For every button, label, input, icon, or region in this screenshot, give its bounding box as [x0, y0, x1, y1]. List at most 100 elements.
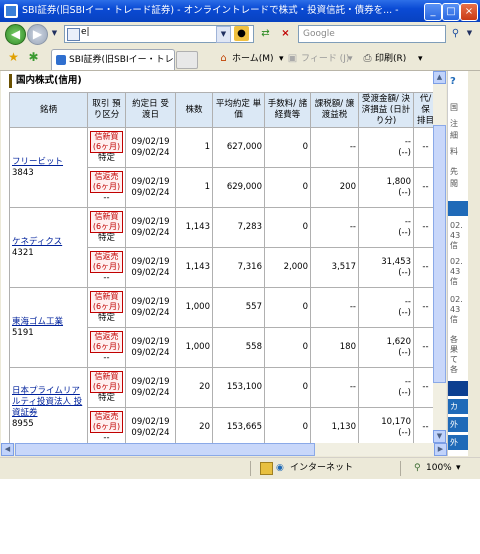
- tax-cell: --: [310, 367, 359, 408]
- trade-badge: 信返売 (6ヶ月): [90, 171, 123, 193]
- add-favorites-icon[interactable]: ✱: [26, 50, 41, 65]
- amount-value: 31,453: [381, 256, 411, 267]
- scroll-right-button[interactable]: ▶: [434, 443, 447, 456]
- col-header: 手数料/ 諸経費等: [264, 92, 311, 128]
- date-cell: 09/02/19 09/02/24: [125, 327, 176, 368]
- fee-cell: 0: [264, 167, 311, 208]
- amount-value: --: [404, 136, 411, 147]
- trade-date: 09/02/19: [131, 416, 170, 427]
- date-cell: 09/02/19 09/02/24: [125, 407, 176, 443]
- help-icon[interactable]: ?: [450, 77, 456, 87]
- tab-sbi[interactable]: SBI証券(旧SBIイー・トレー...: [51, 49, 175, 70]
- daytrade-value: (--): [398, 427, 411, 438]
- trade-badge: 信返売 (6ヶ月): [90, 411, 123, 433]
- amount-cell: -- (--): [358, 127, 414, 168]
- amount-cell: 1,800 (--): [358, 167, 414, 208]
- print-button[interactable]: 印刷(R): [375, 52, 406, 66]
- close-button[interactable]: ×: [460, 3, 478, 21]
- minimize-button[interactable]: _: [424, 3, 442, 21]
- home-icon: ⌂: [220, 53, 227, 64]
- hscroll-thumb[interactable]: [15, 443, 315, 456]
- right-button[interactable]: 外: [448, 435, 468, 450]
- feed-icon: ▣: [287, 53, 298, 64]
- tab-favicon: [56, 55, 66, 65]
- status-bar: ◉ インターネット ⚲ 100% ▾: [0, 457, 480, 479]
- stock-name-link[interactable]: 日本プライムリアルティ投資法人 投資証券: [12, 386, 82, 418]
- history-dropdown[interactable]: ▼: [48, 26, 61, 41]
- price-cell: 153,100: [212, 367, 265, 408]
- stock-name-link[interactable]: 東海ゴム工業: [12, 317, 63, 327]
- right-blue-bar[interactable]: [448, 201, 468, 216]
- home-dropdown[interactable]: ▾: [279, 52, 284, 66]
- address-dropdown[interactable]: ▼: [216, 26, 231, 43]
- scroll-up-button[interactable]: ▲: [433, 71, 446, 84]
- maximize-button[interactable]: □: [442, 3, 460, 21]
- title-bar: SBI証券(旧SBIイー・トレード証券) - オンライントレードで株式・投資信託…: [0, 0, 480, 22]
- table-row: フリービット 3843 信新買 (6ヶ月) 特定 09/02/19 09/02/24 1 62…: [9, 127, 438, 208]
- account-type: 特定: [97, 313, 115, 323]
- zoom-level[interactable]: 100%: [426, 458, 452, 479]
- amount-cell: -- (--): [358, 207, 414, 248]
- table-row: ケネディクス 4321 信新買 (6ヶ月) 特定 09/02/19 09/02/24 1,1…: [9, 207, 438, 288]
- zoom-icon: ⚲: [414, 463, 421, 473]
- stock-code: 8955: [12, 418, 34, 429]
- scroll-thumb[interactable]: [433, 125, 446, 383]
- scroll-down-button[interactable]: ▼: [433, 430, 446, 443]
- account-type: --: [103, 353, 110, 363]
- stock-code: 4321: [12, 247, 34, 258]
- date-cell: 09/02/19 09/02/24: [125, 247, 176, 288]
- tax-cell: --: [310, 127, 359, 168]
- search-input[interactable]: Google: [298, 25, 446, 43]
- horizontal-scrollbar[interactable]: ◀ ▶: [1, 443, 447, 456]
- right-button[interactable]: カ: [448, 399, 468, 414]
- date-cell: 09/02/19 09/02/24: [125, 287, 176, 328]
- amount-value: 10,170: [381, 416, 411, 427]
- stock-code: 5191: [12, 327, 34, 338]
- trade-type-cell: 信返売 (6ヶ月) --: [87, 167, 126, 208]
- price-cell: 627,000: [212, 127, 265, 168]
- search-icon[interactable]: ⚲: [448, 26, 463, 41]
- trade-date: 09/02/19: [131, 336, 170, 347]
- table-header-row: 銘柄 取引 預り区分 約定日 受渡日 株数 平均約定 単価 手数料/ 諸経費等 …: [9, 92, 438, 128]
- search-placeholder: Google: [303, 29, 335, 39]
- account-type: --: [103, 433, 110, 443]
- vertical-scrollbar[interactable]: ▲ ▼: [433, 71, 446, 443]
- feed-dropdown[interactable]: ▾: [348, 52, 353, 66]
- refresh-icon[interactable]: ⇄: [258, 26, 273, 41]
- lock-icon[interactable]: ●: [234, 26, 249, 41]
- back-button[interactable]: ◀: [5, 24, 26, 45]
- fee-cell: 0: [264, 367, 311, 408]
- trade-date: 09/02/19: [131, 136, 170, 147]
- search-dropdown[interactable]: ▼: [463, 26, 476, 41]
- stock-name-link[interactable]: フリービット: [12, 157, 63, 167]
- favorites-star-icon[interactable]: ★: [6, 50, 21, 65]
- right-mini: 02.: [450, 257, 463, 266]
- new-tab-button[interactable]: [176, 51, 198, 69]
- tax-cell: 3,517: [310, 247, 359, 288]
- stock-name-link[interactable]: ケネディクス: [12, 237, 62, 247]
- address-text: e|: [81, 27, 90, 37]
- tab-bar: ★ ✱ SBI証券(旧SBIイー・トレー... ⌂ ホーム(M) ▾ ▣ フィー…: [0, 46, 480, 71]
- forward-button[interactable]: ▶: [27, 24, 48, 45]
- trade-badge: 信新買 (6ヶ月): [90, 211, 123, 233]
- tax-cell: --: [310, 287, 359, 328]
- date-cell: 09/02/19 09/02/24: [125, 167, 176, 208]
- amount-cell: -- (--): [358, 367, 414, 408]
- right-mini: 02.: [450, 295, 463, 304]
- print-dropdown[interactable]: ▾: [418, 52, 423, 66]
- account-type: 特定: [97, 393, 115, 403]
- right-mini: 信: [450, 315, 458, 324]
- stock-cell: フリービット 3843: [9, 127, 88, 208]
- home-button[interactable]: ホーム(M): [232, 52, 274, 66]
- feed-button[interactable]: フィード (J): [301, 52, 349, 66]
- trade-badge: 信返売 (6ヶ月): [90, 251, 123, 273]
- right-text: 料: [450, 147, 458, 156]
- stop-icon[interactable]: ×: [278, 26, 293, 41]
- right-button[interactable]: 外: [448, 417, 468, 432]
- scroll-left-button[interactable]: ◀: [1, 443, 14, 456]
- amount-value: 1,620: [386, 336, 411, 347]
- zone-label: インターネット: [290, 463, 354, 473]
- zoom-dropdown[interactable]: ▾: [456, 458, 461, 479]
- amount-cell: 10,170 (--): [358, 407, 414, 443]
- right-dark-bar[interactable]: [448, 381, 468, 396]
